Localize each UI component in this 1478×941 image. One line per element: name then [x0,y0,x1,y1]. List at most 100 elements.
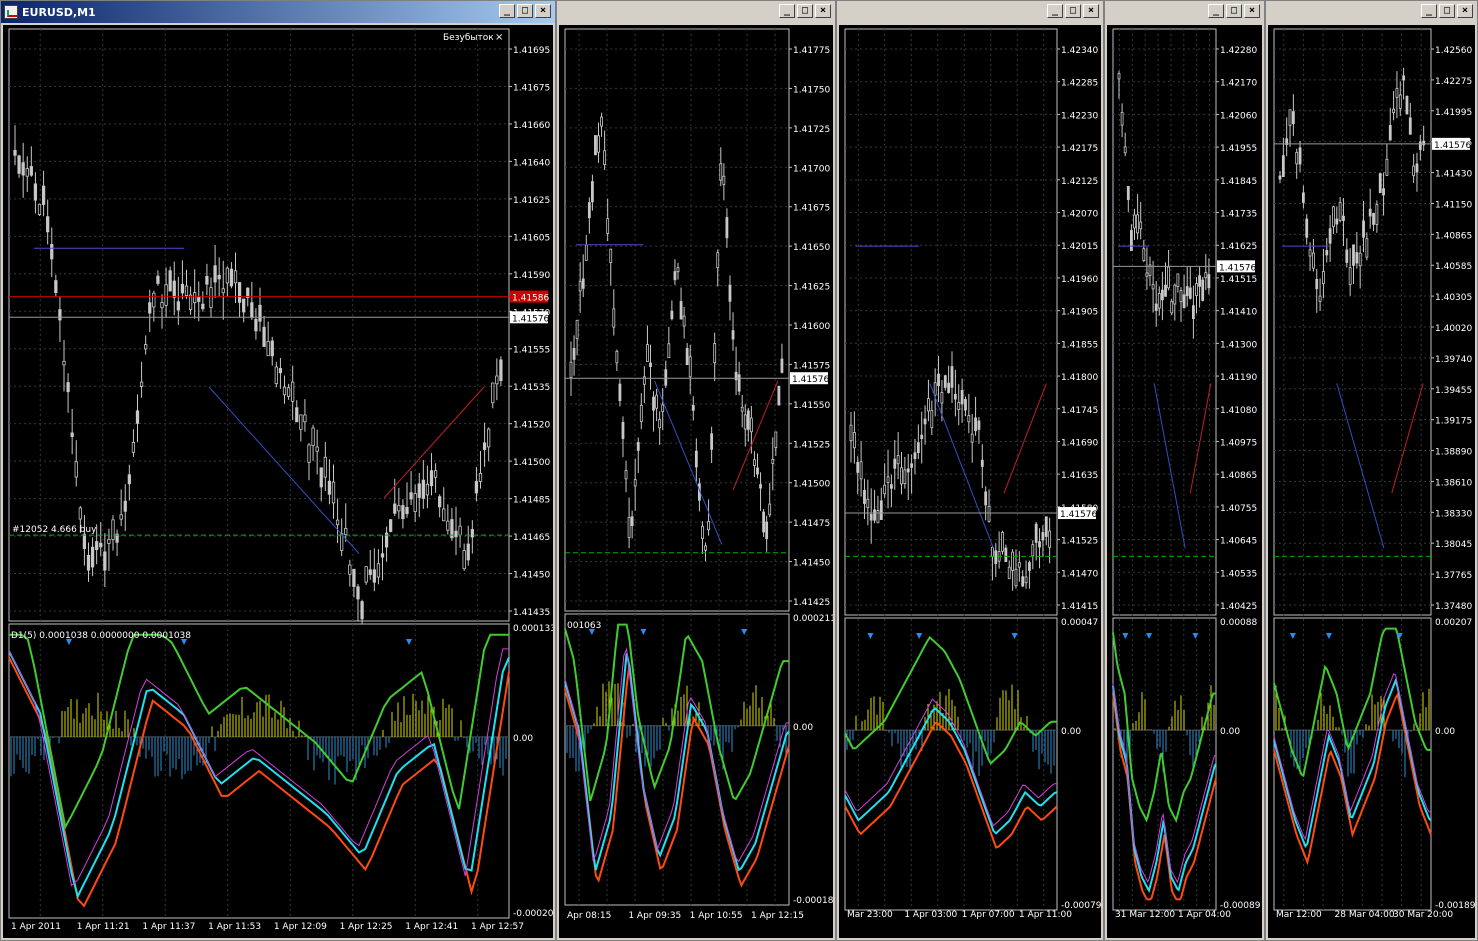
candle-body [1395,87,1399,98]
candle-body [1024,576,1028,584]
candle-body [425,483,430,496]
window-titlebar[interactable]: _ □ × [557,1,835,23]
window-titlebar[interactable]: _ □ × [1266,1,1477,23]
price-tick-label: 1.41675 [513,83,550,93]
chart-window-3[interactable]: _ □ × 1.42340 1.42285 1.42230 1.42175 1.4212… [836,0,1104,941]
signal-arrow-icon [916,633,923,639]
price-tick-label: 1.38890 [1435,448,1472,458]
candle-body [495,375,499,385]
candle-body [933,382,937,396]
candle-body [1418,141,1422,150]
maximize-button[interactable]: □ [1439,4,1455,18]
candle-body [1388,125,1392,141]
close-button[interactable]: × [1244,4,1260,18]
minimize-button[interactable]: _ [779,4,795,18]
candle-body [295,407,299,423]
candle-body [470,529,474,538]
chart-icon [4,5,18,19]
bid-price-label: 1.41576 [792,375,829,385]
candle-body [1281,155,1285,177]
candle-body [765,521,769,540]
oscillator-tick-label: 0.000211 [793,614,833,624]
window-titlebar[interactable]: _ □ × [837,1,1103,23]
close-button[interactable]: × [815,4,831,18]
candle-body [722,175,726,185]
oscillator-tick-label: 0.00207 [1435,618,1472,628]
candle-body [1170,301,1174,314]
signal-arrow-icon [1146,633,1153,639]
maximize-button[interactable]: □ [797,4,813,18]
minimize-button[interactable]: _ [1047,4,1063,18]
candle-body [29,166,33,176]
price-tick-label: 1.41515 [1220,275,1257,285]
candle-body [1312,252,1315,269]
candle-body [148,302,152,314]
candle-body [618,383,622,402]
candle-body [627,516,631,539]
oscillator-line [844,635,1057,766]
close-button[interactable]: × [1457,4,1473,18]
candle-body [649,362,652,368]
minimize-button[interactable]: _ [499,4,515,18]
chart-window-5[interactable]: _ □ × 1.425601.422751.419951.417151.4143… [1265,0,1478,941]
chart-area[interactable]: 1.425601.422751.419951.417151.414301.411… [1268,25,1475,938]
candle-body [266,341,270,357]
candle-body [1291,111,1295,125]
price-tick-label: 1.40645 [1220,537,1257,547]
price-tick-label: 1.41650 [793,243,830,253]
maximize-button[interactable]: □ [517,4,533,18]
candle-body [193,292,197,303]
close-button[interactable]: × [535,4,551,18]
oscillator-tick-label: -0.00018 [793,896,833,906]
maximize-button[interactable]: □ [1226,4,1242,18]
candle-body [615,350,619,364]
chart-area[interactable]: 1.42340 1.42285 1.42230 1.42175 1.42125 1.420… [839,25,1101,938]
candle-body [119,514,123,520]
candle-body [960,390,964,405]
window-titlebar[interactable]: EURUSD,M1 _ □ × [1,1,555,23]
candle-body [1368,208,1372,217]
close-button[interactable]: × [1083,4,1099,18]
window-titlebar[interactable]: _ □ × [1105,1,1264,23]
candle-body [597,135,600,153]
time-tick-label: Mar 23:00 [847,910,893,920]
price-tick-label: 1.41150 [1435,200,1472,210]
candle-body [866,498,870,508]
chart-area[interactable]: 1.42280 1.42170 1.42060 1.41955 1.41845 1.417… [1107,25,1262,938]
candle-body [633,479,637,487]
candle-body [1298,147,1302,165]
price-tick-label: 1.41700 [793,164,830,174]
time-tick-label: Mar 12:00 [1276,910,1322,920]
price-tick-label: 1.42340 [1061,46,1098,56]
maximize-button[interactable]: □ [1065,4,1081,18]
candle-body [209,287,213,308]
bid-price-label: 1.41576 [1434,141,1471,151]
candle-body [33,183,38,201]
candle-body [774,431,778,449]
candle-body [270,340,274,357]
candle-body [229,268,234,287]
candle-body [879,500,883,520]
candle-body [164,284,168,306]
oscillator-tick-label: -0.00020 [513,909,553,919]
indicator-label: D1(5) 0.0001038 0.0000000 0.0001038 [11,631,191,641]
candle-body [1179,290,1183,303]
minimize-button[interactable]: _ [1208,4,1224,18]
candle-body [233,270,238,284]
candle-body [1017,562,1021,568]
price-tick-label: 1.39740 [1435,355,1472,365]
chart-window-2[interactable]: _ □ × 1.41775 1.41750 1.41725 1.41700 1.4167… [556,0,836,941]
minimize-button[interactable]: _ [1421,4,1437,18]
trend-line [1391,383,1424,494]
chart-area[interactable]: 1.41695 1.41675 1.41660 1.41640 1.41625 1.416… [3,25,553,938]
chart-area[interactable]: 1.41775 1.41750 1.41725 1.41700 1.41675 1.416… [559,25,833,938]
candle-body [679,301,683,320]
chart-window-eurusd-m1[interactable]: EURUSD,M1 _ □ × 1.41695 1.41675 1.41660 1.4… [0,0,556,941]
chart-window-4[interactable]: _ □ × 1.42280 1.42170 1.42060 1.41955 1.4184… [1104,0,1265,941]
time-tick-label: 31 Mar 12:00 [1115,910,1175,920]
candle-body [688,356,692,378]
candle-body [591,181,594,203]
price-tick-label: 1.41845 [1220,177,1257,187]
price-tick-label: 1.41995 [1435,108,1472,118]
candle-body [1301,192,1305,203]
